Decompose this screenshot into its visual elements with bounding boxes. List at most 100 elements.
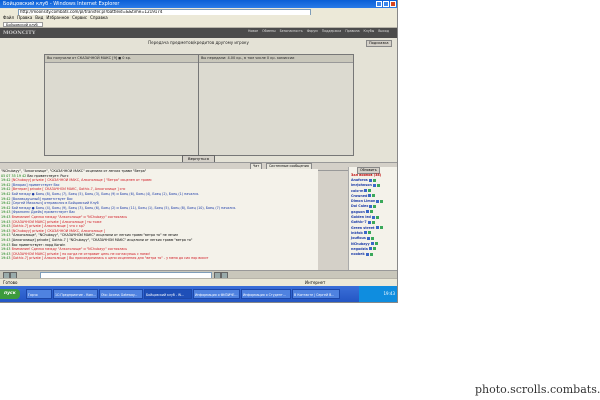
chat-text: [Франкенс Дрейк] приветствует Вас — [11, 210, 76, 215]
chat-text: [Алкоголище] private [ Gothic-7 ] "NChub… — [11, 237, 193, 242]
chat-time: 19:43 — [1, 237, 11, 242]
user-name[interactable]: Golden led — [351, 215, 371, 219]
window-title-bar[interactable]: Бойцовский клуб - Windows Internet Explo… — [0, 0, 397, 8]
taskbar-button[interactable]: Oto: Access Gateway... — [99, 289, 143, 299]
received-label: Вы получили от СКАЗАЧНОЙ МАКС [9] ◼ 0 кр… — [45, 55, 198, 63]
taskbar-button[interactable]: В Контакте | Сергей В... — [292, 289, 340, 299]
browser-tab[interactable]: Бойцовский клуб — [3, 22, 43, 27]
nav-exit[interactable]: Выход — [378, 29, 389, 33]
user-name[interactable]: Dol Calex — [351, 204, 368, 208]
clan-icon — [370, 242, 374, 246]
info-icon[interactable] — [369, 252, 373, 256]
clan-icon — [366, 236, 370, 240]
info-icon[interactable] — [372, 194, 376, 198]
chat-text: [Gothic-7] private [ Алкоголище ] Вы при… — [11, 256, 209, 261]
maximize-icon[interactable] — [383, 1, 389, 7]
watermark-caption: photo.scrolls.combats.com — [475, 383, 600, 396]
user-name[interactable]: Anaforos — [351, 178, 368, 182]
user-name[interactable]: Crowned — [351, 194, 367, 198]
chat-time: 19:43 — [1, 247, 11, 252]
chat-time: 19:42 — [1, 187, 11, 192]
chat-text: [Влюрик] приветствует Вас — [11, 182, 60, 187]
close-icon[interactable] — [390, 1, 396, 7]
info-icon[interactable] — [373, 204, 377, 208]
clan-icon — [363, 231, 367, 235]
user-name[interactable]: gaguon — [351, 210, 365, 214]
nav-security[interactable]: Безопасность — [280, 29, 303, 33]
user-name[interactable]: Green street — [351, 226, 375, 230]
user-name[interactable]: Jouflous — [351, 236, 366, 240]
info-icon[interactable] — [371, 220, 375, 224]
info-icon[interactable] — [367, 231, 371, 235]
chat-log[interactable]: "NChubayy", "Алкоголище", "СКАЗАЧНОЙ МАК… — [0, 169, 318, 270]
info-icon[interactable] — [372, 178, 376, 182]
taskbar-button[interactable]: Горчо — [26, 289, 52, 299]
chat-text: [СКАЗАЧНОЙ МАКС] private [ Алкоголище ] … — [11, 219, 102, 224]
clan-icon — [369, 204, 373, 208]
nav-exchanges[interactable]: Обмены — [262, 29, 275, 33]
info-icon[interactable] — [379, 226, 383, 230]
menu-item-help[interactable]: Справка — [90, 15, 108, 20]
clan-icon — [364, 189, 368, 193]
taskbar-button[interactable]: 1С:Предприятие - Ком... — [53, 289, 98, 299]
taskbar: пуск Горчо 1С:Предприятие - Ком... Oto: … — [0, 286, 397, 302]
taskbar-button-active[interactable]: Бойцовский клуб - W... — [144, 289, 192, 299]
user-name[interactable]: noobek — [351, 252, 365, 256]
chat-time: 19:43 — [1, 233, 11, 238]
info-icon[interactable] — [372, 247, 376, 251]
chat-time: 19:42 — [1, 201, 11, 206]
taskbar-button[interactable]: Информация о Студент... — [241, 289, 291, 299]
minimize-icon[interactable] — [376, 1, 382, 7]
nav-support[interactable]: Поддержка — [322, 29, 342, 33]
menu-item-file[interactable]: Файл — [3, 15, 14, 20]
start-button[interactable]: пуск — [0, 289, 20, 299]
chat-time: 19:42 — [1, 196, 11, 201]
user-name[interactable]: colo-m — [351, 189, 363, 193]
user-name[interactable]: inkfob — [351, 231, 363, 235]
help-button[interactable]: Подсказка — [366, 40, 392, 47]
browser-toolbar — [0, 21, 397, 28]
page-title: Передача предметов/кредитов другому игро… — [148, 40, 249, 45]
user-name[interactable]: negodzia — [351, 247, 368, 251]
menu-item-edit[interactable]: Правка — [17, 15, 32, 20]
clan-icon — [375, 226, 379, 230]
user-name[interactable]: Dimon Limon — [351, 199, 375, 203]
clan-icon — [372, 183, 376, 187]
clan-icon — [365, 252, 369, 256]
user-name[interactable]: NChubayy — [351, 242, 370, 246]
info-icon[interactable] — [376, 183, 380, 187]
menu-item-favorites[interactable]: Избранное — [46, 15, 69, 20]
nav-clubs[interactable]: Клубы — [364, 29, 375, 33]
user-entry[interactable]: noobek — [351, 252, 383, 257]
info-icon[interactable] — [368, 189, 372, 193]
desktop-screen: Бойцовский клуб - Windows Internet Explo… — [0, 0, 398, 303]
chat-message: 19:43 [Gothic-7] private [ Алкоголище ] … — [0, 256, 318, 261]
info-icon[interactable] — [380, 199, 384, 203]
chat-text: Вас приветствует: лорд Korwin — [11, 242, 66, 247]
nav-rules[interactable]: Правила — [345, 29, 359, 33]
clan-icon — [365, 210, 369, 214]
menu-item-tools[interactable]: Сервис — [72, 15, 87, 20]
info-icon[interactable] — [375, 215, 379, 219]
chat-text: Бой между ● Боец (4), Боец (9), Боец (3)… — [11, 205, 237, 210]
received-panel: Вы получили от СКАЗАЧНОЙ МАКС [9] ◼ 0 кр… — [45, 55, 199, 155]
chat-text: [СКАЗАЧНОЙ МАКС] private [ но когда не о… — [11, 251, 151, 256]
chat-time: 19:43 — [1, 219, 11, 224]
info-icon[interactable] — [369, 210, 373, 214]
nav-new[interactable]: Новое — [248, 29, 258, 33]
chat-text: [Gothic-7] private [ Алкоголище ] что с … — [11, 224, 85, 229]
menu-item-view[interactable]: Вид — [35, 15, 43, 20]
taskbar-button[interactable]: Информация о ФИЗИЧЕ... — [193, 289, 240, 299]
chat-time: 19:42 — [1, 182, 11, 187]
user-name[interactable]: lmrjohnson — [351, 183, 372, 187]
chat-time: 19:43 — [1, 251, 11, 256]
game-logo: MOONCITY — [3, 30, 36, 36]
chat-text: Внимание! Сделка между "Алкоголище" и "N… — [11, 247, 128, 252]
chat-time: 05 07 35 19 42 — [1, 173, 27, 178]
sent-panel: Вы передали: 4.00 кр., в том числе 0 кр.… — [199, 55, 353, 155]
clan-icon — [367, 220, 371, 224]
info-icon[interactable] — [374, 242, 378, 246]
nav-forum[interactable]: Форум — [307, 29, 318, 33]
info-icon[interactable] — [370, 236, 374, 240]
user-name[interactable]: Gothic-7 — [351, 220, 367, 224]
